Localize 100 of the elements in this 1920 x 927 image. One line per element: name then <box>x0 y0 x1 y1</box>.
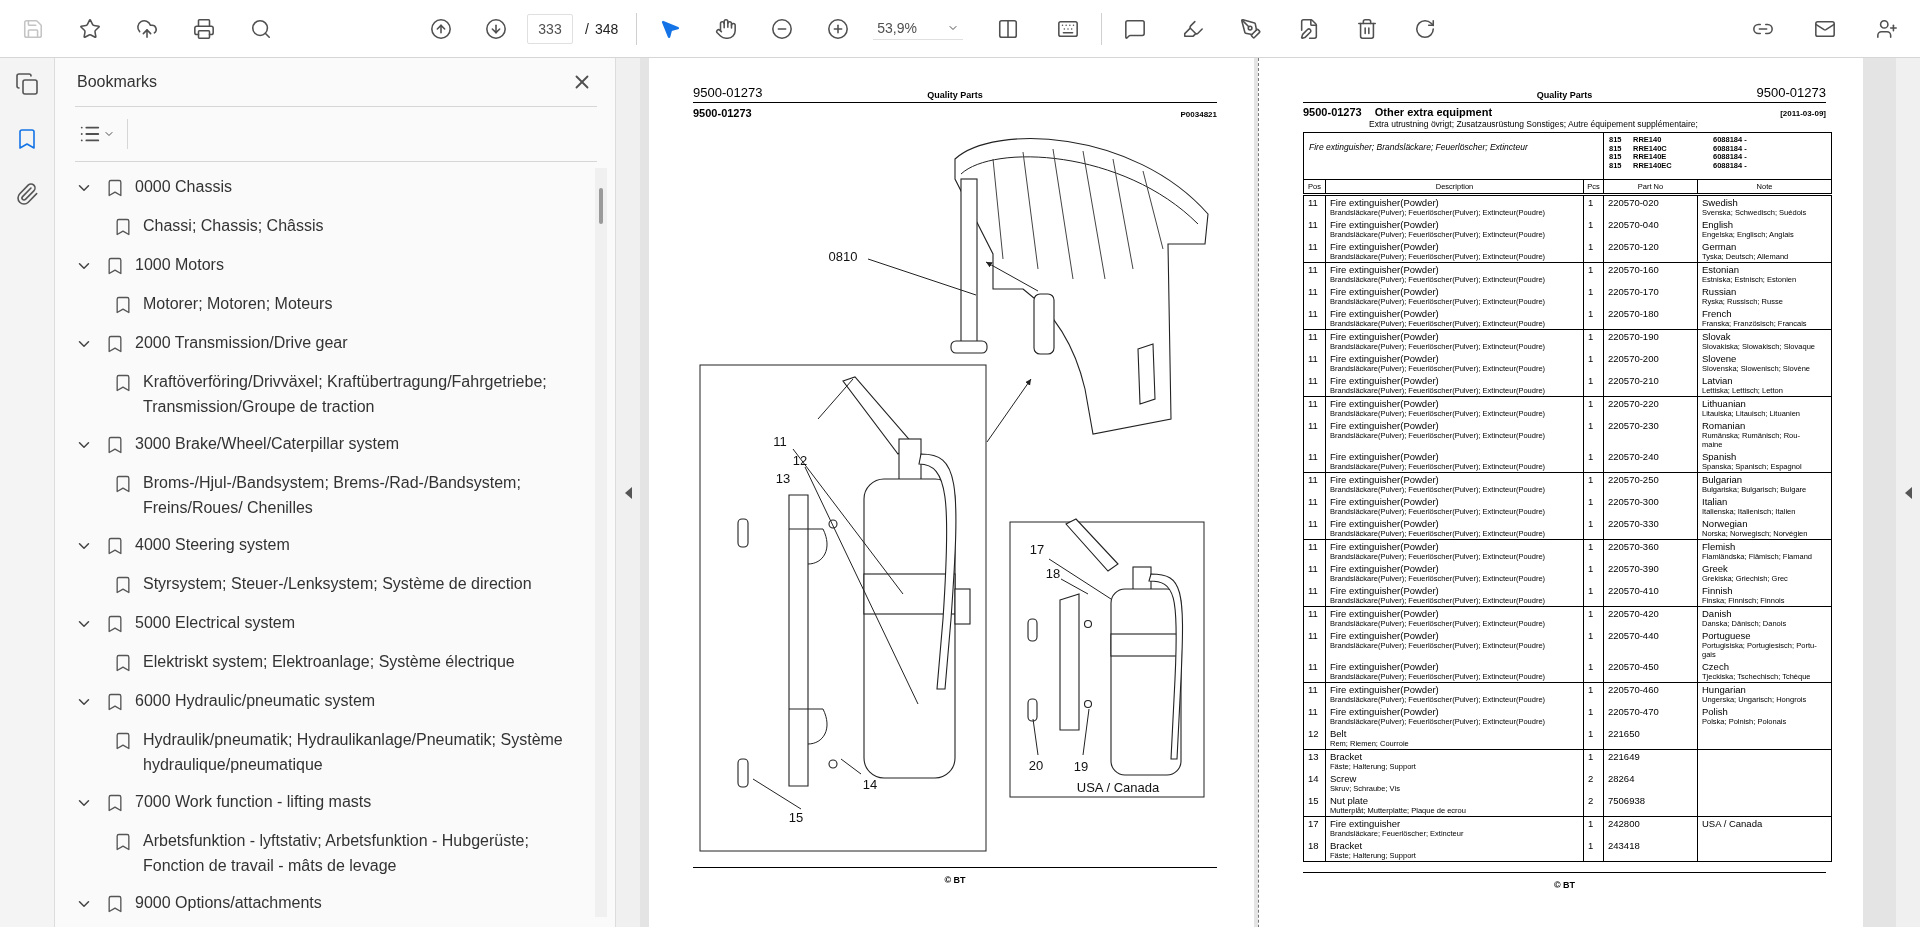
bookmark-label[interactable]: Elektriskt system; Elektroanlage; Système électrique <box>143 649 515 674</box>
page-total: 348 <box>594 20 619 37</box>
note-text: Bulgarian <box>1702 474 1744 485</box>
bookmark-label[interactable]: 6000 Hydraulic/pneumatic system <box>135 688 376 713</box>
bookmark-label[interactable]: 0000 Chassis <box>135 174 232 199</box>
part-description: Fire extinguisher(Powder) <box>1330 219 1440 230</box>
callout-number: 0810 <box>828 248 858 264</box>
part-description: Fire extinguisher(Powder) <box>1330 398 1440 409</box>
scrollbar[interactable] <box>595 168 607 917</box>
bookmark-label[interactable]: 5000 Electrical system <box>135 610 296 635</box>
part-number: 220570-420 <box>1608 608 1660 619</box>
callout-number: 11 <box>773 433 787 449</box>
quantity: 2 <box>1588 795 1595 806</box>
part-number: 221649 <box>1608 751 1641 762</box>
part-number: 220570-450 <box>1608 661 1660 672</box>
bookmark-label[interactable]: Hydraulik/pneumatik; Hydraulikanlage/Pneumatik; Système hydraulique/pneumatique <box>143 727 567 777</box>
part-description: Bracket <box>1330 751 1364 762</box>
page-number-field[interactable]: 333 <box>527 13 573 44</box>
bookmark-label[interactable]: Styrsystem; Steuer-/Lenksystem; Système de direction <box>143 571 532 596</box>
part-number: 220570-160 <box>1608 264 1660 275</box>
header-code: 9500-01273 <box>693 85 764 100</box>
quantity: 1 <box>1588 541 1595 552</box>
inset-caption: USA / Canada <box>1076 779 1160 795</box>
bookmark-label[interactable]: Motorer; Motoren; Moteurs <box>143 291 333 316</box>
part-description: Fire extinguisher(Powder) <box>1330 353 1440 364</box>
part-description: Fire extinguisher(Powder) <box>1330 608 1440 619</box>
note-text: Polish <box>1702 706 1729 717</box>
bookmark-label[interactable]: 9000 Options/attachments <box>135 890 322 915</box>
bookmark-label[interactable]: 7000 Work function - lifting masts <box>135 789 372 814</box>
quantity: 1 <box>1588 219 1595 230</box>
callout-number: 15 <box>788 809 804 825</box>
quantity: 1 <box>1588 353 1595 364</box>
part-description: Fire extinguisher(Powder) <box>1330 241 1440 252</box>
note-text: English <box>1702 219 1735 230</box>
note-text: French <box>1702 308 1733 319</box>
part-number: 220570-300 <box>1608 496 1660 507</box>
part-description: Fire extinguisher(Powder) <box>1330 585 1440 596</box>
position-number: 11 <box>1308 331 1319 342</box>
quantity: 1 <box>1588 661 1595 672</box>
note-text: Latvian <box>1702 375 1734 386</box>
note-text: Greek <box>1702 563 1729 574</box>
panel-title: Bookmarks <box>77 73 158 91</box>
bookmark-label[interactable]: Kraftöverföring/Drivväxel; Kraftübertragung/Fahrgetriebe; Transmission/Groupe de traction <box>143 369 567 419</box>
quantity: 1 <box>1588 728 1595 739</box>
part-description: Fire extinguisher(Powder) <box>1330 264 1440 275</box>
quantity: 1 <box>1588 451 1595 462</box>
part-description: Fire extinguisher(Powder) <box>1330 661 1440 672</box>
part-description: Fire extinguisher(Powder) <box>1330 684 1440 695</box>
quantity: 1 <box>1588 264 1595 275</box>
bookmark-label[interactable]: Arbetsfunktion - lyftstativ; Arbetsfunktion - Hubgerüste; Fonction de travail - mâts de levage <box>143 828 567 878</box>
section-code: 9500-01273 <box>693 107 752 119</box>
position-number: 11 <box>1308 451 1319 462</box>
position-number: 11 <box>1308 518 1319 529</box>
bookmark-label[interactable]: 4000 Steering system <box>135 532 290 557</box>
part-description: Screw <box>1330 773 1358 784</box>
position-number: 11 <box>1308 241 1319 252</box>
part-description: Fire extinguisher(Powder) <box>1330 541 1440 552</box>
collapse-arrow-icon[interactable] <box>624 486 632 499</box>
note-text: USA / Canada <box>1702 818 1764 829</box>
expand-arrow-icon[interactable] <box>1904 486 1912 499</box>
section-title: Other extra equipment <box>1374 106 1493 118</box>
position-number: 11 <box>1308 375 1319 386</box>
quantity: 1 <box>1588 563 1595 574</box>
quantity: 2 <box>1588 773 1595 784</box>
part-number: 220570-410 <box>1608 585 1660 596</box>
quantity: 1 <box>1588 818 1595 829</box>
part-number: 220570-170 <box>1608 286 1660 297</box>
note-text: German <box>1702 241 1738 252</box>
note-text: Finnish <box>1702 585 1734 596</box>
bookmark-label[interactable]: 3000 Brake/Wheel/Caterpillar system <box>135 431 400 456</box>
part-description: Fire extinguisher(Powder) <box>1330 563 1440 574</box>
bookmark-label[interactable]: 2000 Transmission/Drive gear <box>135 330 348 355</box>
quantity: 1 <box>1588 420 1595 431</box>
note-text: Spanish <box>1702 451 1738 462</box>
quantity: 1 <box>1588 375 1595 386</box>
scrollbar-thumb[interactable] <box>599 188 603 224</box>
quantity: 1 <box>1588 286 1595 297</box>
part-number: 220570-230 <box>1608 420 1660 431</box>
header-title: Quality Parts <box>1536 90 1593 100</box>
bookmark-label[interactable]: 1000 Motors <box>135 252 224 277</box>
position-number: 11 <box>1308 264 1319 275</box>
position-number: 11 <box>1308 398 1319 409</box>
leader-arrow <box>986 378 1032 443</box>
part-description: Belt <box>1330 728 1348 739</box>
bookmark-label[interactable]: Chassi; Chassis; Châssis <box>143 213 324 238</box>
quantity: 1 <box>1588 706 1595 717</box>
quantity: 1 <box>1588 630 1595 641</box>
section-date: [2011-03-09] <box>1780 109 1826 118</box>
part-number: 220570-250 <box>1608 474 1660 485</box>
quantity: 1 <box>1588 496 1595 507</box>
part-description: Fire extinguisher(Powder) <box>1330 197 1440 208</box>
part-description: Fire extinguisher(Powder) <box>1330 308 1440 319</box>
zoom-dropdown[interactable]: 53,9% <box>873 17 964 40</box>
part-description: Bracket <box>1330 840 1364 851</box>
note-text: Russian <box>1702 286 1738 297</box>
position-number: 11 <box>1308 197 1319 208</box>
bookmark-label[interactable]: Broms-/Hjul-/Bandsystem; Brems-/Rad-/Bandsystem; Freins/Roues/ Chenilles <box>143 470 567 520</box>
part-number: 220570-180 <box>1608 308 1660 319</box>
header-title: Quality Parts <box>927 90 983 100</box>
position-number: 11 <box>1308 563 1319 574</box>
